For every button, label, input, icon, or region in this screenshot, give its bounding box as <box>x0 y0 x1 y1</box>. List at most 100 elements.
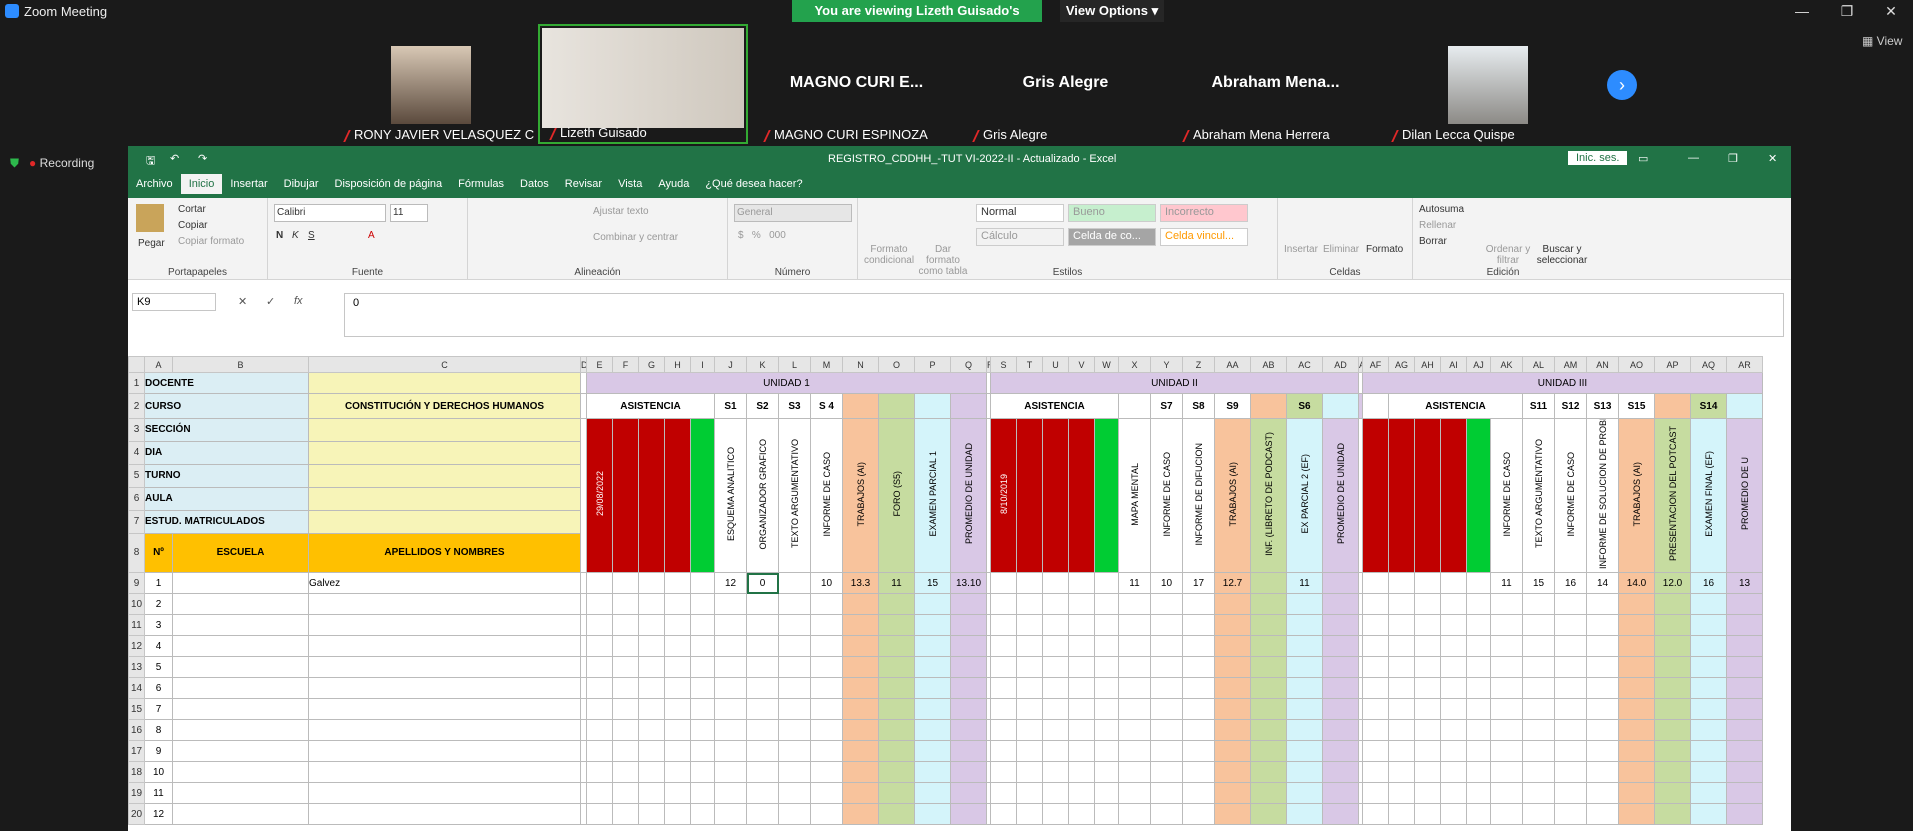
grade-cell[interactable] <box>1250 593 1287 615</box>
cell[interactable] <box>638 635 665 657</box>
grade-cell[interactable] <box>1654 803 1691 825</box>
cell[interactable] <box>1388 698 1415 720</box>
row-header[interactable]: 9 <box>128 572 145 594</box>
cell[interactable] <box>1388 761 1415 783</box>
cell[interactable] <box>690 698 715 720</box>
cell[interactable] <box>950 393 987 419</box>
grade-cell[interactable] <box>1150 656 1183 678</box>
grade-cell[interactable] <box>1286 656 1323 678</box>
cell[interactable] <box>1440 656 1467 678</box>
clear-button[interactable]: Borrar <box>1419 236 1447 247</box>
cell[interactable] <box>1016 698 1043 720</box>
grade-cell[interactable] <box>1118 761 1151 783</box>
student-name[interactable]: Galvez <box>308 572 581 594</box>
column-header[interactable]: M <box>810 356 843 373</box>
grade-cell[interactable] <box>1182 782 1215 804</box>
cell[interactable]: TRABAJOS (AI) <box>842 418 879 573</box>
grade-cell[interactable] <box>1618 677 1655 699</box>
grade-cell[interactable] <box>1322 719 1359 741</box>
column-header[interactable]: AI <box>1440 356 1467 373</box>
grade-cell[interactable] <box>1690 677 1727 699</box>
grade-cell[interactable] <box>1654 740 1691 762</box>
grade-cell[interactable] <box>878 719 915 741</box>
cell[interactable] <box>172 698 309 720</box>
column-header[interactable]: E <box>586 356 613 373</box>
cell[interactable] <box>1414 782 1441 804</box>
table-row[interactable]: 13 5 <box>128 656 1763 678</box>
grade-cell[interactable] <box>950 761 987 783</box>
grade-cell[interactable] <box>914 614 951 636</box>
info-value[interactable] <box>308 486 581 511</box>
grade-cell[interactable] <box>1690 635 1727 657</box>
cell[interactable] <box>664 635 691 657</box>
cell[interactable] <box>612 572 639 594</box>
style-normal[interactable]: Normal <box>976 204 1064 222</box>
cell[interactable] <box>1414 740 1441 762</box>
grade-cell[interactable] <box>1118 593 1151 615</box>
cell[interactable] <box>1466 593 1491 615</box>
grade-cell[interactable] <box>1182 593 1215 615</box>
cell[interactable] <box>664 677 691 699</box>
grade-cell[interactable] <box>810 719 843 741</box>
row-header[interactable]: 6 <box>128 486 145 511</box>
column-header[interactable]: AN <box>1586 356 1619 373</box>
cell[interactable] <box>1362 393 1389 419</box>
participant-tile[interactable]: Dilan Lecca Quispe <box>1382 24 1587 144</box>
cell[interactable] <box>690 656 715 678</box>
grade-cell[interactable] <box>714 803 747 825</box>
grade-cell[interactable] <box>1490 803 1523 825</box>
grade-cell[interactable] <box>1586 782 1619 804</box>
grade-cell[interactable] <box>1554 698 1587 720</box>
grade-cell[interactable] <box>1214 635 1251 657</box>
cell[interactable] <box>1042 418 1069 573</box>
cell[interactable] <box>1388 572 1415 594</box>
tab-ayuda[interactable]: Ayuda <box>650 174 697 194</box>
grade-cell[interactable] <box>1118 698 1151 720</box>
column-header[interactable]: S <box>990 356 1017 373</box>
cell[interactable] <box>612 656 639 678</box>
grade-cell[interactable] <box>842 656 879 678</box>
cell[interactable] <box>1016 803 1043 825</box>
grade-cell[interactable] <box>1654 656 1691 678</box>
grade-cell[interactable] <box>1726 719 1763 741</box>
grade-cell[interactable] <box>1250 803 1287 825</box>
cell[interactable] <box>172 782 309 804</box>
grade-cell[interactable] <box>1522 677 1555 699</box>
student-name[interactable] <box>308 698 581 720</box>
cell[interactable]: ORGANIZADOR GRAFICO <box>746 418 779 573</box>
row-header[interactable]: 15 <box>128 698 145 720</box>
grade-cell[interactable] <box>1726 614 1763 636</box>
cell[interactable] <box>1094 740 1119 762</box>
cell[interactable] <box>1414 698 1441 720</box>
grade-cell[interactable] <box>1554 656 1587 678</box>
cell[interactable] <box>172 593 309 615</box>
grade-cell[interactable] <box>914 761 951 783</box>
student-name[interactable] <box>308 593 581 615</box>
cell[interactable] <box>612 593 639 615</box>
cell[interactable] <box>990 635 1017 657</box>
grade-cell[interactable] <box>1286 635 1323 657</box>
cell[interactable] <box>1466 782 1491 804</box>
cell[interactable] <box>1068 614 1095 636</box>
grade-cell[interactable] <box>1250 572 1287 594</box>
grade-cell[interactable] <box>746 698 779 720</box>
grade-cell[interactable] <box>746 761 779 783</box>
cell[interactable] <box>1094 418 1119 573</box>
grade-cell[interactable] <box>1214 593 1251 615</box>
grade-cell[interactable] <box>1490 782 1523 804</box>
cell[interactable] <box>664 418 691 573</box>
grade-cell[interactable] <box>1654 677 1691 699</box>
participant-tile[interactable]: RONY JAVIER VELASQUEZ CO... <box>334 24 539 144</box>
grade-cell[interactable] <box>1726 740 1763 762</box>
grade-cell[interactable] <box>1618 698 1655 720</box>
grade-cell[interactable] <box>842 635 879 657</box>
style-incorrecto[interactable]: Incorrecto <box>1160 204 1248 222</box>
grade-cell[interactable] <box>1118 803 1151 825</box>
column-header[interactable]: AF <box>1362 356 1389 373</box>
grade-cell[interactable] <box>1118 740 1151 762</box>
row-header[interactable]: 11 <box>128 614 145 636</box>
cell[interactable] <box>1042 698 1069 720</box>
column-header[interactable]: G <box>638 356 665 373</box>
grade-cell[interactable] <box>746 635 779 657</box>
grade-cell[interactable] <box>1490 614 1523 636</box>
